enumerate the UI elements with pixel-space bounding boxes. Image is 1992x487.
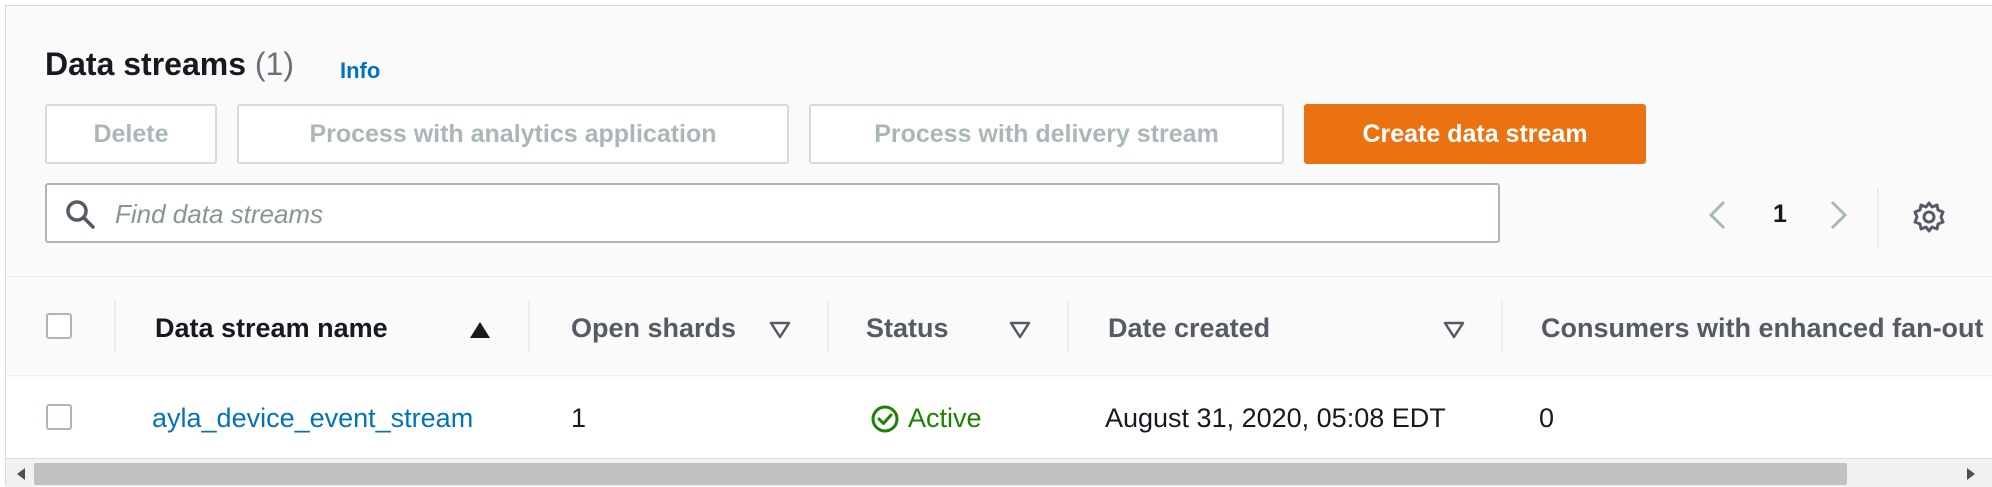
column-header-status[interactable]: Status (866, 313, 949, 344)
search-input[interactable]: Find data streams (45, 183, 1500, 243)
chevron-right-icon[interactable] (1828, 199, 1850, 231)
data-streams-panel: Data streams (1) Info Delete Process wit… (5, 5, 1992, 487)
column-divider (1501, 301, 1503, 353)
scroll-right-arrow-icon[interactable] (1966, 467, 1976, 481)
create-data-stream-button[interactable]: Create data stream (1304, 104, 1646, 164)
page-title: Data streams (1) (45, 46, 294, 83)
column-divider (114, 301, 116, 353)
consumers-value: 0 (1539, 403, 1555, 433)
search-placeholder: Find data streams (115, 199, 324, 229)
column-divider (827, 301, 829, 353)
stream-name-link[interactable]: ayla_device_event_stream (152, 403, 473, 434)
status-text: Active (908, 403, 982, 433)
chevron-left-icon[interactable] (1706, 199, 1728, 231)
horizontal-scrollbar[interactable] (6, 458, 1992, 487)
scroll-left-arrow-icon[interactable] (16, 467, 26, 481)
delete-button[interactable]: Delete (45, 104, 217, 164)
sort-icon[interactable] (1009, 321, 1031, 339)
process-delivery-button[interactable]: Process with delivery stream (809, 104, 1284, 164)
sort-icon[interactable] (769, 321, 791, 339)
divider (1877, 188, 1879, 248)
title-text: Data streams (45, 46, 246, 82)
column-header-date-created[interactable]: Date created (1108, 313, 1270, 344)
status-badge: Active (870, 403, 982, 434)
column-header-consumers[interactable]: Consumers with enhanced fan-out (1541, 313, 1984, 344)
table-row[interactable]: ayla_device_event_stream 1 Active August… (6, 377, 1992, 457)
row-checkbox[interactable] (46, 404, 72, 430)
current-page-number[interactable]: 1 (1773, 200, 1787, 229)
select-all-checkbox[interactable] (46, 313, 72, 339)
check-circle-icon (871, 405, 899, 432)
gear-icon[interactable] (1912, 200, 1946, 234)
title-count: (1) (254, 46, 294, 82)
panel-header: Data streams (1) Info Delete Process wit… (6, 6, 1992, 276)
table-header-row: Data stream name Open shards Status Date… (6, 276, 1992, 376)
column-header-open-shards[interactable]: Open shards (571, 313, 736, 344)
info-link[interactable]: Info (340, 58, 380, 84)
column-divider (1067, 301, 1069, 353)
scrollbar-thumb[interactable] (34, 463, 1847, 485)
column-divider (528, 301, 530, 353)
process-analytics-button[interactable]: Process with analytics application (237, 104, 789, 164)
sort-icon[interactable] (1443, 321, 1465, 339)
date-created-value: August 31, 2020, 05:08 EDT (1105, 403, 1446, 433)
open-shards-value: 1 (571, 403, 587, 433)
search-icon (66, 200, 95, 229)
sort-ascending-icon[interactable] (469, 321, 491, 339)
column-header-name[interactable]: Data stream name (155, 313, 388, 344)
